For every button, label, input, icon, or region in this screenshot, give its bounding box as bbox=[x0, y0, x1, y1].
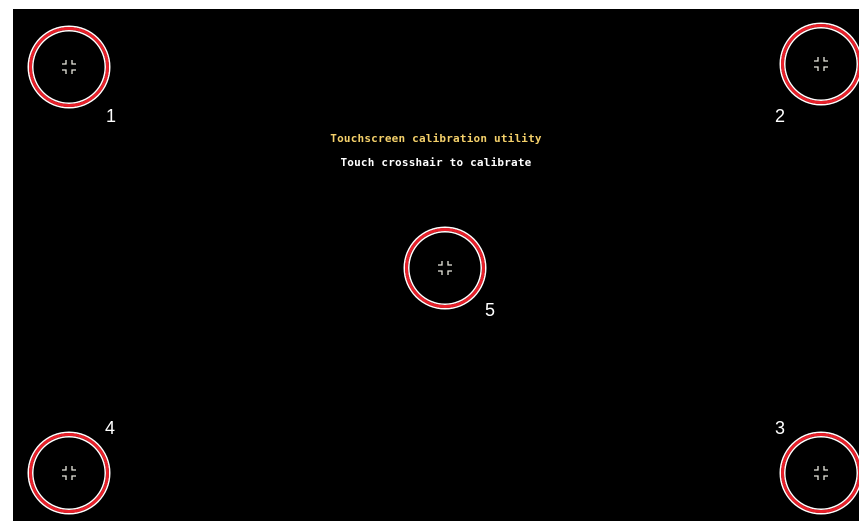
calibration-target-2[interactable] bbox=[781, 24, 859, 104]
crosshair-icon bbox=[814, 466, 828, 480]
target-number-2: 2 bbox=[775, 106, 786, 126]
crosshair-icon bbox=[62, 466, 76, 480]
target-number-5: 5 bbox=[485, 300, 496, 320]
calibration-target-1[interactable] bbox=[29, 27, 109, 107]
crosshair-icon bbox=[62, 60, 76, 74]
calibration-title: Touchscreen calibration utility bbox=[330, 132, 542, 145]
target-number-1: 1 bbox=[106, 106, 117, 126]
calibration-instruction: Touch crosshair to calibrate bbox=[340, 156, 532, 169]
target-number-3: 3 bbox=[775, 418, 786, 438]
calibration-target-3[interactable] bbox=[781, 433, 859, 513]
calibration-target-4[interactable] bbox=[29, 433, 109, 513]
calibration-target-5[interactable] bbox=[405, 228, 485, 308]
crosshair-icon bbox=[814, 57, 828, 71]
target-number-4: 4 bbox=[105, 418, 116, 438]
calibration-screen: Touchscreen calibration utility Touch cr… bbox=[13, 9, 859, 521]
crosshair-icon bbox=[438, 261, 452, 275]
